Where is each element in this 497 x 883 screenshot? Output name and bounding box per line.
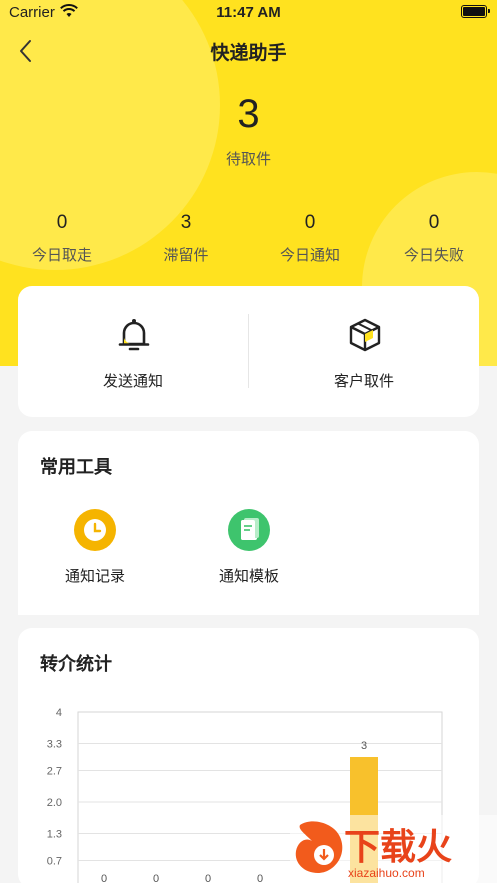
stat-picked-today[interactable]: 0 今日取走 [0,212,124,265]
stat-label: 滞留件 [163,247,209,264]
watermark-logo: 下载火 xiazaihuo.com [290,815,497,883]
stat-label: 今日取走 [31,247,92,264]
send-notification-label: 发送通知 [102,373,163,390]
customer-pickup-label: 客户取件 [333,373,394,390]
bar-value-label: 0 [153,873,159,883]
stat-value: 0 [304,212,316,233]
stat-stranded[interactable]: 3 滞留件 [124,212,248,265]
stat-value: 0 [428,212,440,233]
pending-count: 3 [237,92,260,136]
stat-failed-today[interactable]: 0 今日失败 [372,212,496,265]
status-bar: Carrier 11:47 AM [0,0,497,26]
y-tick-label: 2.7 [47,766,62,778]
bar-value-label: 0 [205,873,211,883]
bar-value-label: 3 [361,740,367,752]
stat-label: 今日通知 [279,247,340,264]
tools-card: 常用工具 通知记录 通知模板 [18,431,479,615]
tools-title: 常用工具 [40,457,112,477]
bell-icon [118,319,150,351]
y-tick-label: 4 [56,707,62,719]
quick-actions-card: 发送通知 客户取件 [18,286,479,417]
clock-icon [74,509,116,551]
watermark-text: 下载火 [344,826,452,867]
status-time: 11:47 AM [216,4,281,21]
y-tick-label: 0.7 [47,856,62,868]
battery-icon [461,5,490,18]
stat-value: 0 [56,212,68,233]
y-tick-label: 2.0 [47,797,62,809]
notification-records-label: 通知记录 [64,568,125,585]
send-notification-button[interactable]: 发送通知 [18,286,248,417]
y-tick-label: 1.3 [47,829,62,841]
page-title: 快递助手 [210,43,287,64]
customer-pickup-button[interactable]: 客户取件 [249,286,479,417]
stat-label: 今日失败 [403,247,464,264]
watermark-site: xiazaihuo.com [348,866,425,880]
bar-value-label: 0 [257,873,263,883]
package-icon [349,318,381,352]
bar-value-label: 0 [101,873,107,883]
stat-value: 3 [180,212,192,233]
document-icon [228,509,270,551]
pending-label: 待取件 [225,151,271,168]
stat-notified-today[interactable]: 0 今日通知 [248,212,372,265]
notification-templates-label: 通知模板 [218,568,279,585]
y-tick-label: 3.3 [47,739,62,751]
